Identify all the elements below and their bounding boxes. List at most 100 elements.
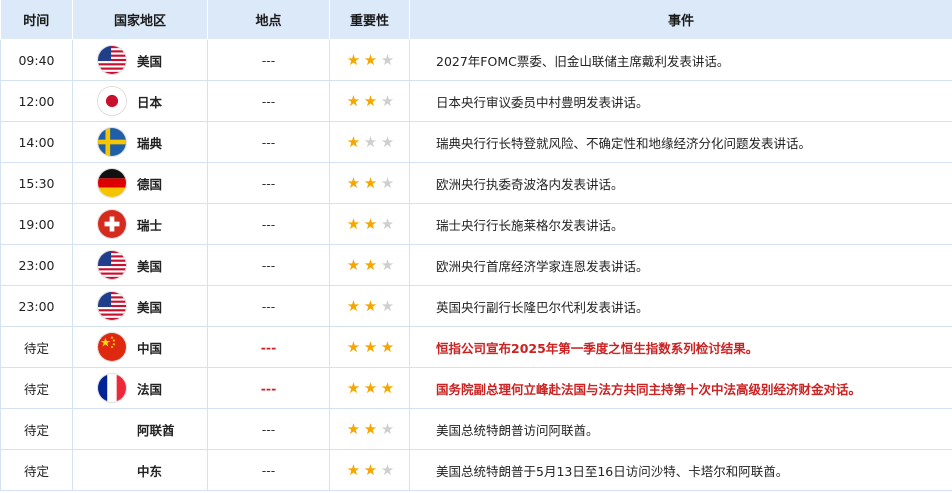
importance-rating: ★ ★ ★: [329, 408, 410, 450]
table-body: 09:40 美国 --- ★ ★ ★ 2027年FOMC票委、旧金山联储主席戴利发表讲话。 1…: [0, 39, 952, 491]
header-location: 地点: [207, 0, 330, 40]
table-header-row: 时间 国家地区 地点 重要性 事件: [0, 0, 952, 40]
table-row[interactable]: 23:00 美国 --- ★ ★ ★ 英国央行副行长隆巴尔代利发表讲话。: [0, 285, 952, 327]
event-description: 英国央行副行长隆巴尔代利发表讲话。: [409, 285, 952, 327]
event-description: 国务院副总理何立峰赴法国与法方共同主持第十次中法高级别经济财金对话。: [409, 367, 952, 409]
event-description: 欧洲央行执委奇波洛内发表讲话。: [409, 162, 952, 204]
country-name: 德国: [137, 176, 163, 192]
importance-rating: ★ ★ ★: [329, 449, 410, 491]
star-filled-icon: ★: [363, 338, 378, 356]
event-country-cell: 德国: [72, 162, 208, 204]
event-time: 待定: [0, 367, 73, 409]
star-filled-icon: ★: [363, 174, 378, 192]
event-location: ---: [207, 285, 330, 327]
event-country-cell: 瑞士: [72, 203, 208, 245]
importance-rating: ★ ★ ★: [329, 367, 410, 409]
country-name: 美国: [137, 258, 163, 274]
event-location: ---: [207, 203, 330, 245]
country-name: 瑞典: [137, 135, 163, 151]
germany-flag-icon: [97, 168, 127, 198]
event-country-cell: 日本: [72, 80, 208, 122]
event-location: ---: [207, 408, 330, 450]
event-country-cell: 美国: [72, 39, 208, 81]
event-description: 美国总统特朗普于5月13日至16日访问沙特、卡塔尔和阿联酋。: [409, 449, 952, 491]
switzerland-flag-icon: [97, 209, 127, 239]
event-location: ---: [207, 39, 330, 81]
star-filled-icon: ★: [363, 51, 378, 69]
importance-rating: ★ ★ ★: [329, 244, 410, 286]
event-time: 待定: [0, 449, 73, 491]
event-time: 23:00: [0, 285, 73, 327]
event-description: 瑞士央行行长施莱格尔发表讲话。: [409, 203, 952, 245]
event-description: 恒指公司宣布2025年第一季度之恒生指数系列检讨结果。: [409, 326, 952, 368]
star-filled-icon: ★: [346, 92, 361, 110]
table-row[interactable]: 12:00 日本 --- ★ ★ ★ 日本央行审议委员中村豊明发表讲话。: [0, 80, 952, 122]
star-filled-icon: ★: [363, 420, 378, 438]
economic-calendar-table: 时间 国家地区 地点 重要性 事件 09:40 美国 --- ★ ★ ★ 2027年FOMC…: [0, 0, 952, 491]
event-location: ---: [207, 80, 330, 122]
event-description: 瑞典央行行长特登就风险、不确定性和地缘经济分化问题发表讲话。: [409, 121, 952, 163]
importance-rating: ★ ★ ★: [329, 162, 410, 204]
table-row[interactable]: 19:00 瑞士 --- ★ ★ ★ 瑞士央行行长施莱格尔发表讲话。: [0, 203, 952, 245]
star-empty-icon: ★: [380, 133, 395, 151]
event-country-cell: 美国: [72, 285, 208, 327]
france-flag-icon: [97, 373, 127, 403]
header-importance: 重要性: [329, 0, 410, 40]
importance-rating: ★ ★ ★: [329, 39, 410, 81]
table-row[interactable]: 23:00 美国 --- ★ ★ ★ 欧洲央行首席经济学家连恩发表讲话。: [0, 244, 952, 286]
star-empty-icon: ★: [380, 215, 395, 233]
country-name: 美国: [137, 299, 163, 315]
event-description: 日本央行审议委员中村豊明发表讲话。: [409, 80, 952, 122]
event-location: ---: [207, 367, 330, 409]
table-row[interactable]: 09:40 美国 --- ★ ★ ★ 2027年FOMC票委、旧金山联储主席戴利发表讲话。: [0, 39, 952, 81]
us-flag-icon: [97, 291, 127, 321]
star-empty-icon: ★: [380, 420, 395, 438]
star-filled-icon: ★: [346, 379, 361, 397]
star-filled-icon: ★: [363, 461, 378, 479]
event-time: 19:00: [0, 203, 73, 245]
event-time: 14:00: [0, 121, 73, 163]
star-filled-icon: ★: [380, 338, 395, 356]
importance-rating: ★ ★ ★: [329, 121, 410, 163]
event-time: 23:00: [0, 244, 73, 286]
china-flag-icon: [97, 332, 127, 362]
country-name: 瑞士: [137, 217, 163, 233]
event-time: 12:00: [0, 80, 73, 122]
us-flag-icon: [97, 250, 127, 280]
star-filled-icon: ★: [363, 92, 378, 110]
event-country-cell: 美国: [72, 244, 208, 286]
star-filled-icon: ★: [346, 215, 361, 233]
event-location: ---: [207, 162, 330, 204]
event-country-cell: 中东: [72, 449, 208, 491]
star-filled-icon: ★: [346, 420, 361, 438]
country-name: 中东: [137, 463, 163, 479]
star-filled-icon: ★: [346, 51, 361, 69]
table-row[interactable]: 待定 法国 --- ★ ★ ★ 国务院副总理何立峰赴法国与法方共同主持第十次中法高级别经济财…: [0, 367, 952, 409]
star-empty-icon: ★: [380, 256, 395, 274]
star-filled-icon: ★: [380, 379, 395, 397]
star-filled-icon: ★: [346, 256, 361, 274]
header-event: 事件: [409, 0, 952, 40]
event-description: 2027年FOMC票委、旧金山联储主席戴利发表讲话。: [409, 39, 952, 81]
star-filled-icon: ★: [346, 461, 361, 479]
country-name: 中国: [137, 340, 163, 356]
event-description: 欧洲央行首席经济学家连恩发表讲话。: [409, 244, 952, 286]
importance-rating: ★ ★ ★: [329, 326, 410, 368]
star-filled-icon: ★: [363, 256, 378, 274]
table-row[interactable]: 待定 中国 --- ★ ★ ★ 恒指公司宣布2025年第一季度之恒生指数系列检讨结果。: [0, 326, 952, 368]
table-row[interactable]: 15:30 德国 --- ★ ★ ★ 欧洲央行执委奇波洛内发表讲话。: [0, 162, 952, 204]
country-name: 法国: [137, 381, 163, 397]
header-country: 国家地区: [72, 0, 208, 40]
us-flag-icon: [97, 45, 127, 75]
star-empty-icon: ★: [363, 133, 378, 151]
event-location: ---: [207, 449, 330, 491]
table-row[interactable]: 待定 中东 --- ★ ★ ★ 美国总统特朗普于5月13日至16日访问沙特、卡塔尔和阿联酋。: [0, 449, 952, 491]
table-row[interactable]: 14:00 瑞典 --- ★ ★ ★ 瑞典央行行长特登就风险、不确定性和地缘经济分化问题发表…: [0, 121, 952, 163]
header-time: 时间: [0, 0, 73, 40]
star-filled-icon: ★: [346, 133, 361, 151]
sweden-flag-icon: [97, 127, 127, 157]
event-country-cell: 阿联酋: [72, 408, 208, 450]
star-filled-icon: ★: [346, 338, 361, 356]
importance-rating: ★ ★ ★: [329, 80, 410, 122]
table-row[interactable]: 待定 阿联酋 --- ★ ★ ★ 美国总统特朗普访问阿联酋。: [0, 408, 952, 450]
